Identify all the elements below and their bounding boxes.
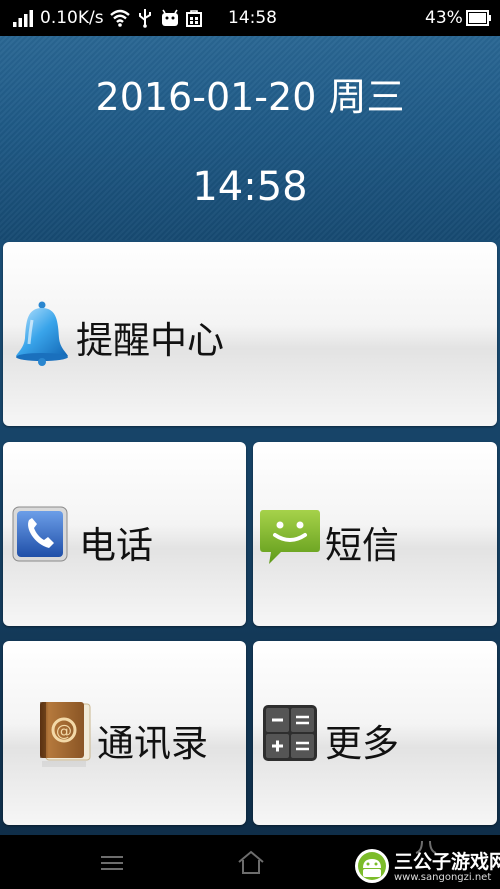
wifi-icon <box>110 9 130 27</box>
tile-label: 电话 <box>79 524 153 567</box>
tile-label: 通讯录 <box>97 722 208 765</box>
android-logo-icon <box>355 849 389 883</box>
tile-contacts[interactable]: @ 通讯录 <box>3 641 246 825</box>
launcher-grid: 提醒中心 电话 短信 @ 通讯录 更多 <box>0 240 500 835</box>
tile-phone[interactable]: 电话 <box>3 442 246 626</box>
tile-reminder-center[interactable]: 提醒中心 <box>3 242 497 426</box>
status-bar: 0.10K/s 14:58 43% <box>0 0 500 36</box>
contacts-book-icon: @ <box>40 702 91 767</box>
tile-label: 提醒中心 <box>76 319 224 362</box>
tile-sms[interactable]: 短信 <box>253 442 497 626</box>
tile-label: 短信 <box>325 524 399 567</box>
watermark: 三公子游戏网 www.sangongzi.net <box>350 846 500 889</box>
battery-icon <box>466 10 491 26</box>
svg-text:@: @ <box>56 721 72 740</box>
watermark-url: www.sangongzi.net <box>394 872 492 883</box>
header-clock: 14:58 <box>192 164 308 210</box>
home-icon[interactable] <box>236 849 266 875</box>
tile-label: 更多 <box>325 722 399 765</box>
bell-icon <box>16 301 68 366</box>
watermark-name: 三公子游戏网 <box>394 851 500 873</box>
store-icon <box>186 10 202 27</box>
network-speed: 0.10K/s <box>40 8 104 28</box>
date-time-header: 2016-01-20 周三 14:58 <box>0 36 500 240</box>
signal-icon <box>13 10 33 27</box>
header-date: 2016-01-20 周三 <box>95 75 405 119</box>
tile-more[interactable]: 更多 <box>253 641 497 825</box>
android-icon <box>162 9 178 26</box>
calculator-icon <box>263 705 317 761</box>
phone-icon <box>12 506 68 562</box>
menu-icon[interactable] <box>98 853 126 873</box>
usb-icon <box>139 9 151 28</box>
battery-percent: 43% <box>425 8 463 28</box>
status-time: 14:58 <box>228 8 277 28</box>
sms-icon <box>260 510 320 564</box>
